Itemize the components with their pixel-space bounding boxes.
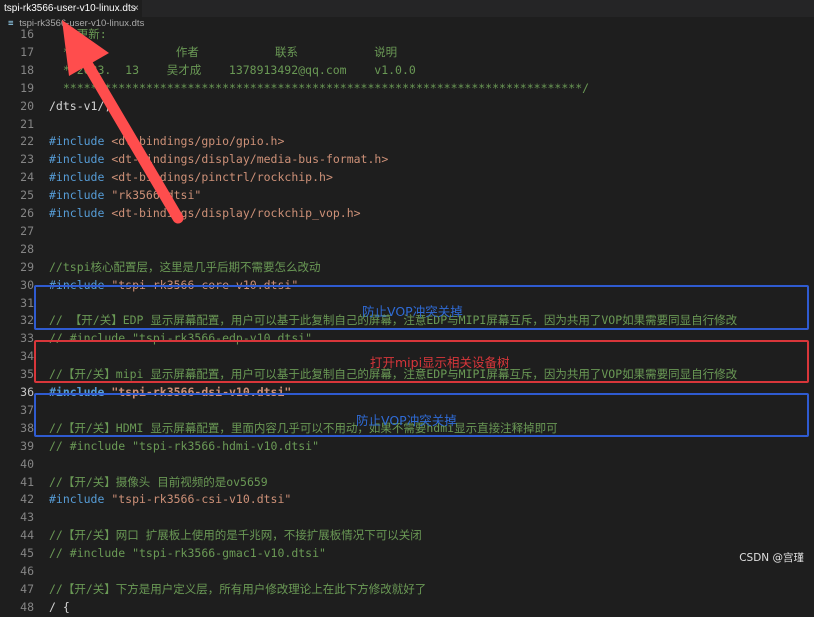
code-token: //【开/关】下方是用户定义层，所有用户修改理论上在此下方修改就好了 bbox=[49, 581, 427, 596]
line-number: 48 bbox=[20, 599, 34, 614]
red-arrow-annotation bbox=[62, 20, 184, 224]
code-text: / { bbox=[49, 599, 70, 617]
line-number: 47 bbox=[20, 581, 34, 596]
code-line[interactable]: 48 / { bbox=[0, 599, 814, 617]
code-text: //【开/关】下方是用户定义层，所有用户修改理论上在此下方修改就好了 bbox=[49, 581, 426, 599]
code-line[interactable]: 47 //【开/关】下方是用户定义层，所有用户修改理论上在此下方修改就好了 bbox=[0, 581, 814, 599]
watermark: CSDN @宫瑾 bbox=[739, 552, 804, 564]
code-token: / { bbox=[49, 599, 70, 614]
